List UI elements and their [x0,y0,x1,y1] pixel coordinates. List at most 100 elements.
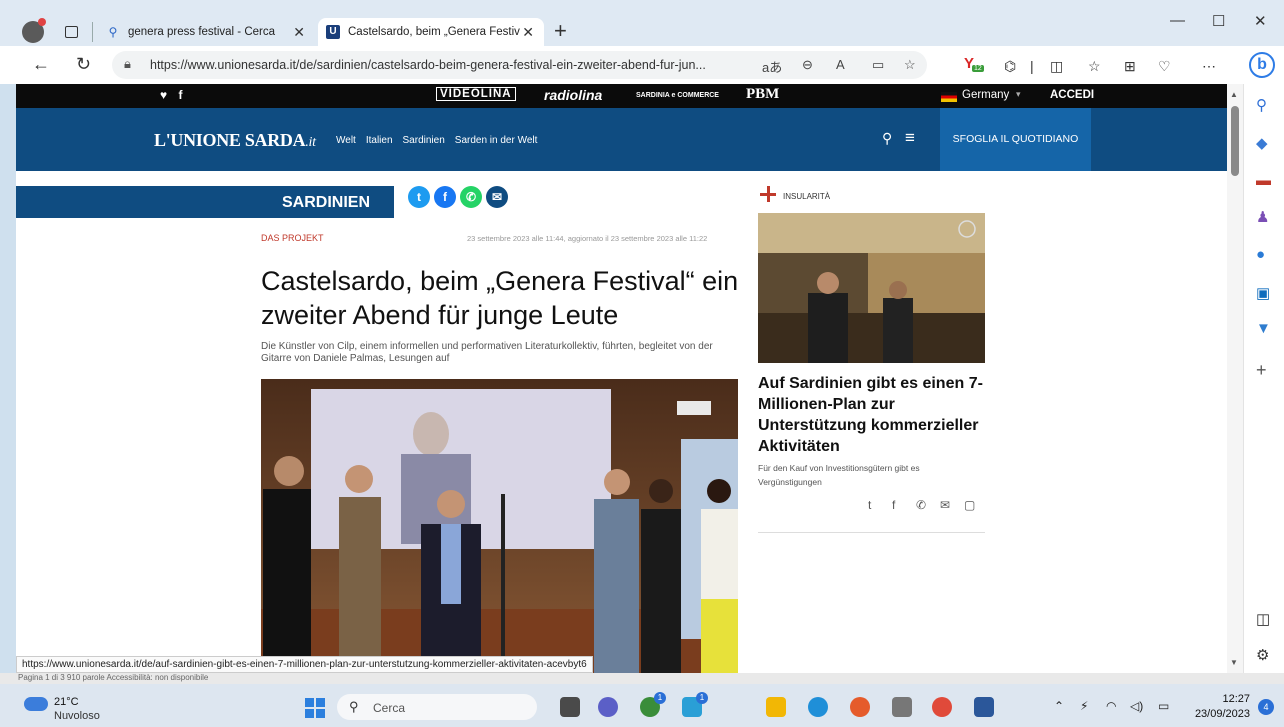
minimize-icon[interactable]: — [1170,12,1185,29]
search-icon: ⚲ [108,25,118,39]
article-kicker: DAS PROJEKT [261,233,324,243]
back-icon[interactable]: ← [32,54,50,75]
hamburger-menu-icon[interactable]: ≡ [905,128,915,148]
toolbar-separator [92,22,93,42]
window-close-icon[interactable]: ✕ [1254,12,1267,30]
extensions-icon[interactable]: ⌬ [1004,58,1016,75]
brand-sardinia-ecommerce[interactable]: SARDINIA e COMMERCE [636,92,719,99]
sidebar-story-description: Für den Kauf von Investitionsgütern gibt… [758,463,920,487]
outlook-icon[interactable]: ▣ [1256,284,1270,302]
search-icon[interactable]: ⚲ [1256,96,1267,114]
chevron-down-icon[interactable]: ▾ [1016,89,1021,100]
scrollbar-thumb[interactable] [1231,106,1239,176]
nav-item-sarden-in-der-welt[interactable]: Sarden in der Welt [455,135,538,146]
login-link[interactable]: ACCEDI [1050,89,1094,101]
twitter-share-icon[interactable]: t [408,186,430,208]
brand-pbm[interactable]: PBM [746,86,779,103]
copilot-icon[interactable]: b [1249,52,1275,78]
tab-search[interactable]: ⚲ genera press festival - Cerca ✕ [100,18,315,46]
email-share-icon[interactable]: ✉ [486,186,508,208]
twitter-share-icon[interactable]: t [868,498,871,512]
close-icon[interactable]: ✕ [293,24,305,41]
tab-article[interactable]: U Castelsardo, beim „Genera Festiv ✕ [318,18,544,46]
favorites-icon[interactable]: ☆ [1088,58,1101,75]
whatsapp-share-icon[interactable]: ✆ [916,498,926,512]
battery-icon[interactable]: ▭ [1158,699,1169,713]
close-icon[interactable]: ✕ [522,24,534,41]
sidebar-story-title[interactable]: Auf Sardinien gibt es einen 7-Millionen-… [758,373,988,457]
whatsapp-share-icon[interactable]: ✆ [460,186,482,208]
network-off-icon[interactable]: ⚡︎ [1080,699,1088,713]
weather-temperature[interactable]: 21°C [54,696,79,708]
task-view-icon[interactable] [560,697,580,717]
system-clock[interactable]: 12:27 23/09/2023 [1190,692,1250,722]
settings-gear-icon[interactable]: ⚙ [1256,646,1269,664]
edge-browser-icon[interactable] [808,697,828,717]
zoom-icon[interactable]: ⊖ [802,57,813,73]
facebook-share-icon[interactable]: f [434,186,456,208]
toolbox-icon[interactable]: ▬ [1256,172,1271,189]
wifi-icon[interactable]: ◠ [1106,699,1116,713]
usb-device-icon[interactable] [892,697,912,717]
collections-icon[interactable]: ⊞ [1124,58,1136,75]
taskbar-search[interactable]: ⚲ Cerca [337,694,537,720]
country-selector[interactable]: Germany [962,89,1009,101]
page-scrollbar[interactable]: ▲ ▼ [1227,84,1243,684]
lock-icon[interactable]: 🔒︎ [124,56,131,72]
scroll-up-icon[interactable]: ▲ [1230,90,1238,99]
weather-description[interactable]: Nuvoloso [54,710,100,722]
file-explorer-icon[interactable] [766,697,786,717]
site-topbar: ♥ f VIDEOLINA radiolina SARDINIA e COMME… [16,84,1227,108]
windows-start-icon[interactable] [305,698,325,718]
extension-icon[interactable]: Y 12 [964,55,984,75]
copilot-sidebar-icon[interactable]: ● [1256,246,1265,263]
email-share-icon[interactable]: ✉ [940,498,950,512]
word-icon[interactable] [974,697,994,717]
nav-item-sardinien[interactable]: Sardinien [403,135,445,146]
teams-chat-icon[interactable] [598,697,618,717]
chrome-icon[interactable] [932,697,952,717]
sidebar-category[interactable]: INSULARITÀ [783,192,830,201]
chevron-up-icon[interactable]: ⌃ [1054,699,1064,713]
search-icon[interactable]: ⚲ [882,130,892,147]
add-app-icon[interactable]: + [1256,360,1267,381]
cloud-icon[interactable] [24,697,48,711]
germany-flag-icon [941,92,957,102]
sfoglia-button[interactable]: SFOGLIA IL QUOTIDIANO [940,108,1091,171]
url-field[interactable]: 🔒︎ https://www.unionesarda.it/de/sardini… [112,51,927,79]
notification-center-icon[interactable]: 4 [1258,699,1274,715]
refresh-icon[interactable]: ↻ [76,54,91,75]
site-logo[interactable]: L'UNIONE SARDA.it [154,130,316,151]
profile-avatar-icon[interactable] [22,18,46,43]
font-icon[interactable]: A [836,57,845,72]
comment-icon[interactable]: ▢ [964,498,975,512]
shopping-tag-icon[interactable]: ◆ [1256,134,1268,152]
address-toolbar: ← ↻ 🔒︎ https://www.unionesarda.it/de/sar… [0,46,1284,84]
brand-videolina[interactable]: VIDEOLINA [436,87,516,101]
workspaces-icon[interactable] [65,26,78,38]
sidebar-photo[interactable] [758,213,985,363]
social-links[interactable]: ♥ f [160,88,186,102]
scroll-down-icon[interactable]: ▼ [1230,658,1238,667]
more-menu-icon[interactable]: ⋯ [1202,58,1216,75]
brand-radiolina[interactable]: radiolina [544,87,602,103]
market-photo-illustration [758,213,985,363]
maximize-icon[interactable]: ☐ [1212,12,1225,30]
hide-sidebar-icon[interactable]: ◫ [1256,610,1270,628]
volume-icon[interactable]: ◁) [1130,699,1143,713]
favorite-star-icon[interactable]: ☆ [904,57,916,73]
read-aloud-icon[interactable]: aあ [762,57,782,76]
games-icon[interactable]: ♟ [1256,208,1269,226]
firefox-icon[interactable] [850,697,870,717]
browser-essentials-icon[interactable]: ♡ [1158,58,1171,75]
immersive-reader-icon[interactable]: ▭ [872,57,884,73]
nav-item-welt[interactable]: Welt [336,135,356,146]
site-navbar: L'UNIONE SARDA.it Welt Italien Sardinien… [16,108,1227,171]
extension-badge: 12 [972,65,984,72]
split-screen-icon[interactable]: ◫ [1050,58,1063,75]
nav-item-italien[interactable]: Italien [366,135,393,146]
new-tab-icon[interactable]: + [554,18,567,44]
drop-icon[interactable]: ▼ [1256,320,1271,337]
facebook-share-icon[interactable]: f [892,498,895,512]
section-title[interactable]: SARDINIEN [282,194,370,212]
